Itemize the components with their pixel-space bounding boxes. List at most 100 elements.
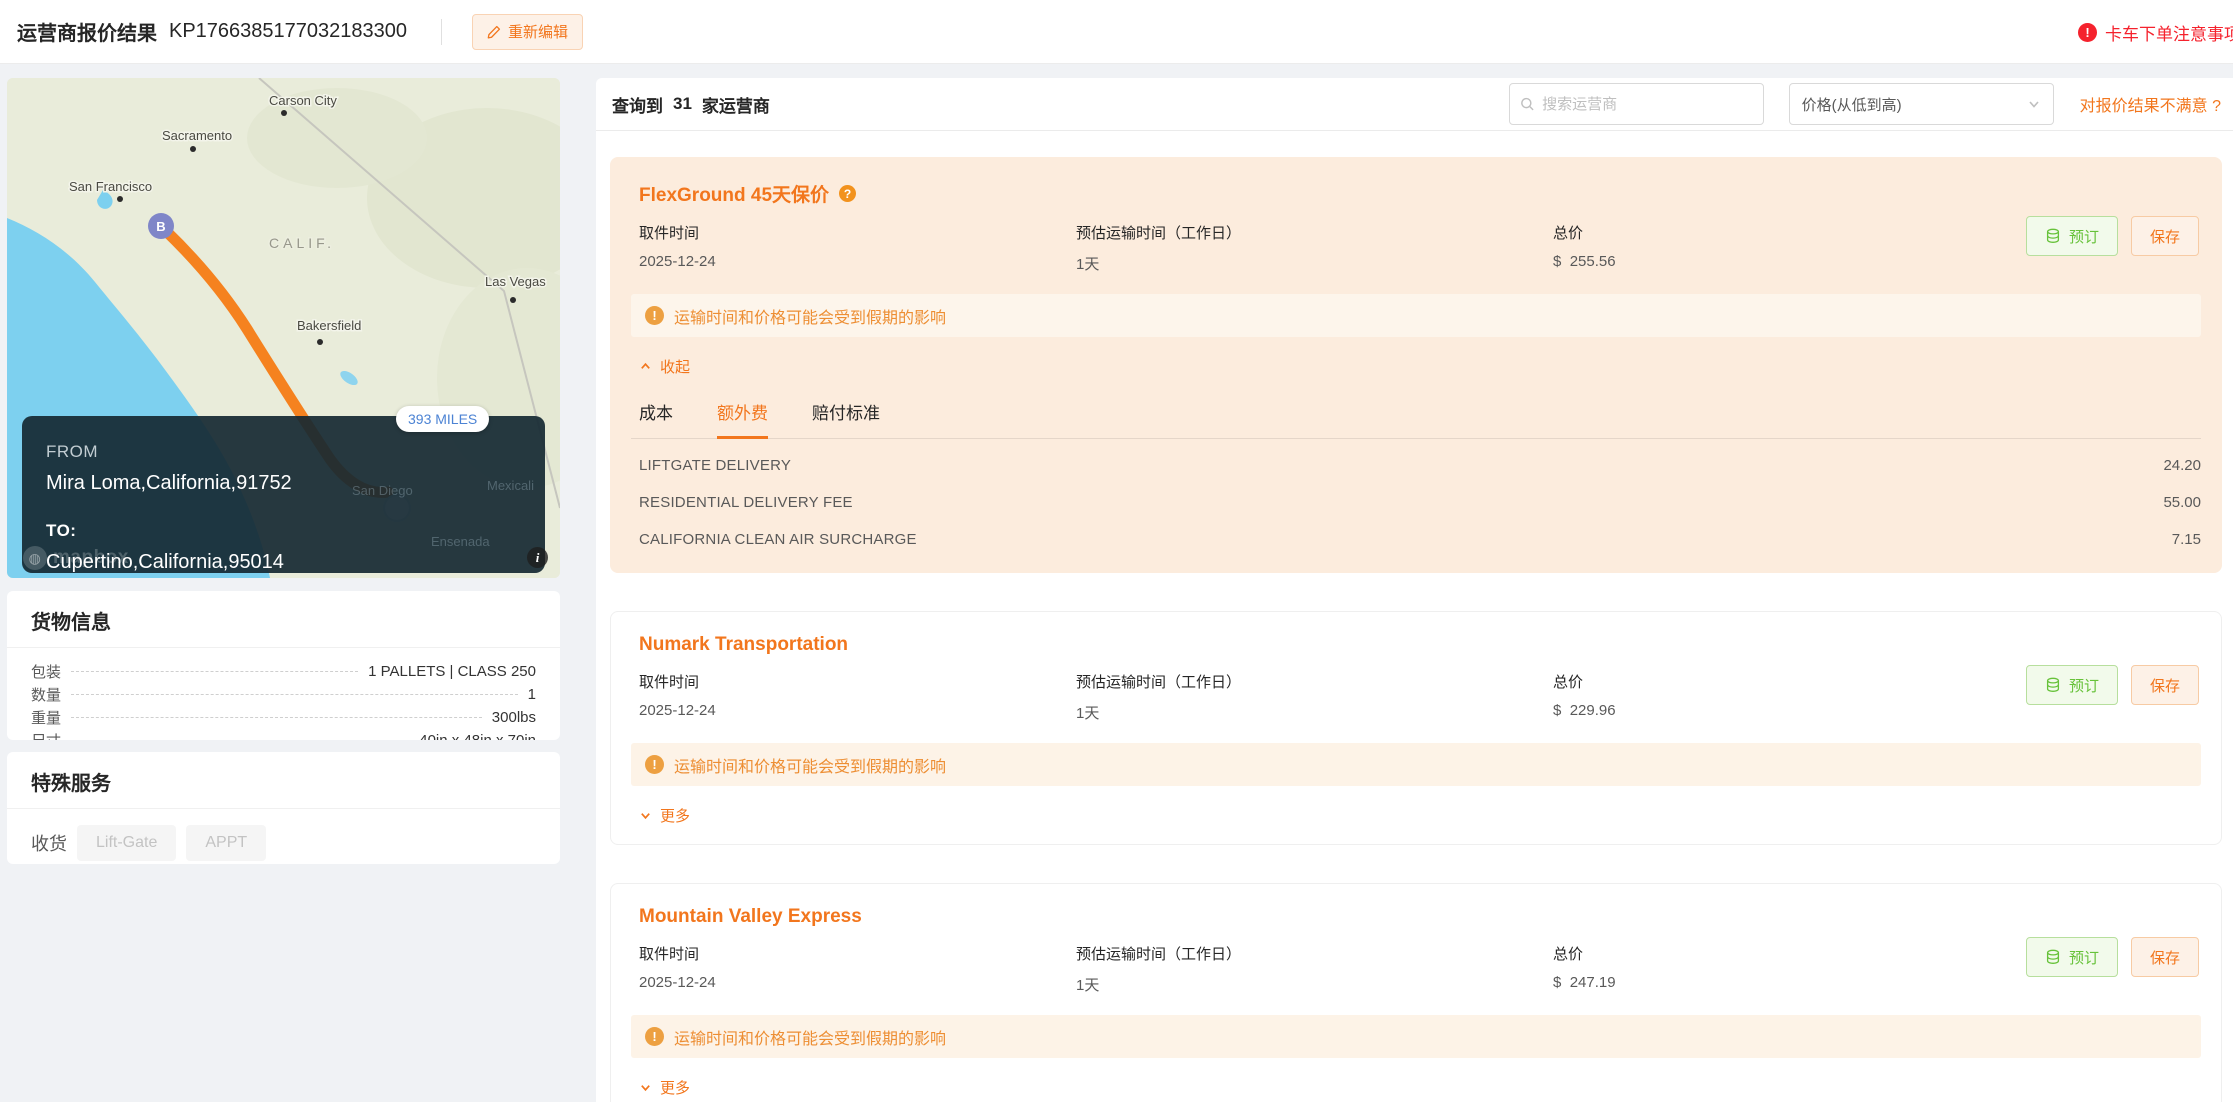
total-block: 总价 $ 247.19 (1553, 943, 2026, 991)
distance-badge: 393 MILES (396, 406, 489, 432)
book-button[interactable]: 预订 (2026, 216, 2118, 256)
book-button[interactable]: 预订 (2026, 665, 2118, 705)
fee-amount: 55.00 (2163, 494, 2201, 511)
holiday-warning: ! 运输时间和价格可能会受到假期的影响 (631, 1015, 2201, 1058)
fee-row-clean-air: CALIFORNIA CLEAN AIR SURCHARGE 7.15 (639, 521, 2201, 558)
detail-tabs: 成本 额外费 赔付标准 (631, 399, 2201, 439)
results-toolbar: 查询到 31 家运营商 价格(从低到高) 对报价结果不满意 ? (596, 78, 2233, 131)
total-value: $ 255.56 (1553, 253, 2026, 270)
carrier-search (1509, 83, 1764, 125)
chevron-down-icon (2027, 97, 2041, 111)
coins-icon (2045, 228, 2061, 244)
state-label-calif: CALIF. (269, 235, 335, 251)
service-chip-appt: APPT (186, 825, 266, 861)
expand-toggle[interactable]: 更多 (631, 1077, 2201, 1098)
cargo-row-quantity: 数量 1 (31, 683, 536, 706)
page-title: 运营商报价结果 (17, 17, 157, 46)
service-chip-liftgate: Lift-Gate (77, 825, 176, 861)
amount: 247.19 (1570, 974, 1616, 991)
save-label: 保存 (2150, 675, 2180, 696)
save-button[interactable]: 保存 (2131, 937, 2199, 977)
cargo-label: 包装 (31, 661, 61, 682)
book-label: 预订 (2069, 947, 2099, 968)
city-label-ensenada: Ensenada (431, 534, 490, 549)
transit-value: 1天 (1076, 974, 1553, 995)
pencil-icon (487, 25, 501, 39)
city-label-mexicali: Mexicali (487, 478, 534, 493)
page-header: 运营商报价结果 KP1766385177032183300 重新编辑 ! 卡车下… (0, 0, 2233, 64)
cargo-label: 重量 (31, 707, 61, 728)
carrier-card-flexground: FlexGround 45天保价 ? 取件时间 2025-12-24 预估运输时… (610, 157, 2222, 573)
cargo-row-packaging: 包装 1 PALLETS | CLASS 250 (31, 660, 536, 683)
warning-text: 运输时间和价格可能会受到假期的影响 (674, 1025, 946, 1049)
help-icon[interactable]: ? (839, 185, 856, 202)
save-button[interactable]: 保存 (2131, 665, 2199, 705)
chevron-down-icon (639, 809, 652, 822)
save-label: 保存 (2150, 226, 2180, 247)
collapse-toggle[interactable]: 收起 (631, 356, 2201, 377)
dissatisfied-link[interactable]: 对报价结果不满意 ? (2080, 92, 2221, 116)
amount: 229.96 (1570, 702, 1616, 719)
total-block: 总价 $ 229.96 (1553, 671, 2026, 719)
from-value: Mira Loma,California,91752 (46, 472, 521, 495)
dashed-leader (71, 717, 482, 718)
more-label: 更多 (660, 805, 690, 826)
book-label: 预订 (2069, 675, 2099, 696)
pickup-label: 取件时间 (639, 943, 1076, 964)
marker-b-label: B (156, 219, 165, 234)
tab-cost[interactable]: 成本 (639, 399, 673, 439)
tab-extra-fees[interactable]: 额外费 (717, 399, 768, 439)
route-map[interactable]: Carson City Sacramento San Francisco Las… (7, 78, 560, 578)
warning-icon: ! (645, 306, 664, 325)
sort-value: 价格(从低到高) (1802, 94, 2027, 115)
pickup-label: 取件时间 (639, 671, 1076, 692)
fee-name: CALIFORNIA CLEAN AIR SURCHARGE (639, 531, 917, 548)
cargo-title: 货物信息 (7, 591, 560, 648)
cargo-value: 300lbs (492, 709, 536, 726)
from-label: FROM (46, 442, 521, 462)
save-button[interactable]: 保存 (2131, 216, 2199, 256)
fee-row-residential: RESIDENTIAL DELIVERY FEE 55.00 (639, 484, 2201, 521)
tab-compensation[interactable]: 赔付标准 (812, 399, 880, 439)
services-group-label: 收货 (31, 830, 67, 856)
pickup-block: 取件时间 2025-12-24 (639, 222, 1076, 270)
alert-icon: ! (2078, 23, 2097, 42)
city-label-sandiego: San Diego (352, 483, 413, 498)
transit-value: 1天 (1076, 253, 1553, 274)
truck-order-notice[interactable]: ! 卡车下单注意事项 (2078, 0, 2233, 64)
sort-select[interactable]: 价格(从低到高) (1789, 83, 2054, 125)
transit-label: 预估运输时间（工作日） (1076, 943, 1553, 964)
currency: $ (1553, 253, 1561, 270)
amount: 255.56 (1570, 253, 1616, 270)
warning-icon: ! (645, 1027, 664, 1046)
collapse-label: 收起 (660, 356, 690, 377)
mapbox-logo-icon: ◍ (23, 546, 47, 570)
carrier-card-mountain-valley: Mountain Valley Express 取件时间 2025-12-24 … (610, 883, 2222, 1102)
city-label-sacramento: Sacramento (162, 128, 232, 143)
cargo-value: 1 PALLETS | CLASS 250 (368, 663, 536, 680)
reedit-button[interactable]: 重新编辑 (472, 14, 583, 50)
results-count: 31 (673, 94, 692, 114)
cargo-info-card: 货物信息 包装 1 PALLETS | CLASS 250 数量 1 重量 30… (7, 591, 560, 740)
save-label: 保存 (2150, 947, 2180, 968)
total-block: 总价 $ 255.56 (1553, 222, 2026, 270)
map-info-icon[interactable]: i (527, 547, 548, 568)
services-title: 特殊服务 (7, 752, 560, 809)
total-value: $ 229.96 (1553, 702, 2026, 719)
expand-toggle[interactable]: 更多 (631, 805, 2201, 826)
carrier-name: Mountain Valley Express (639, 906, 862, 928)
search-input[interactable] (1542, 96, 1753, 113)
special-services-card: 特殊服务 收货 Lift-Gate APPT (7, 752, 560, 864)
carrier-name: Numark Transportation (639, 634, 848, 656)
transit-block: 预估运输时间（工作日） 1天 (1076, 222, 1553, 274)
total-label: 总价 (1553, 943, 2026, 964)
order-number: KP1766385177032183300 (169, 20, 407, 43)
warning-icon: ! (645, 755, 664, 774)
transit-value: 1天 (1076, 702, 1553, 723)
pickup-value: 2025-12-24 (639, 702, 1076, 719)
city-label-vegas: Las Vegas (485, 274, 546, 289)
fee-name: LIFTGATE DELIVERY (639, 457, 791, 474)
book-button[interactable]: 预订 (2026, 937, 2118, 977)
fee-amount: 7.15 (2172, 531, 2201, 548)
mapbox-attribution: ◍ mapbox (23, 546, 129, 570)
